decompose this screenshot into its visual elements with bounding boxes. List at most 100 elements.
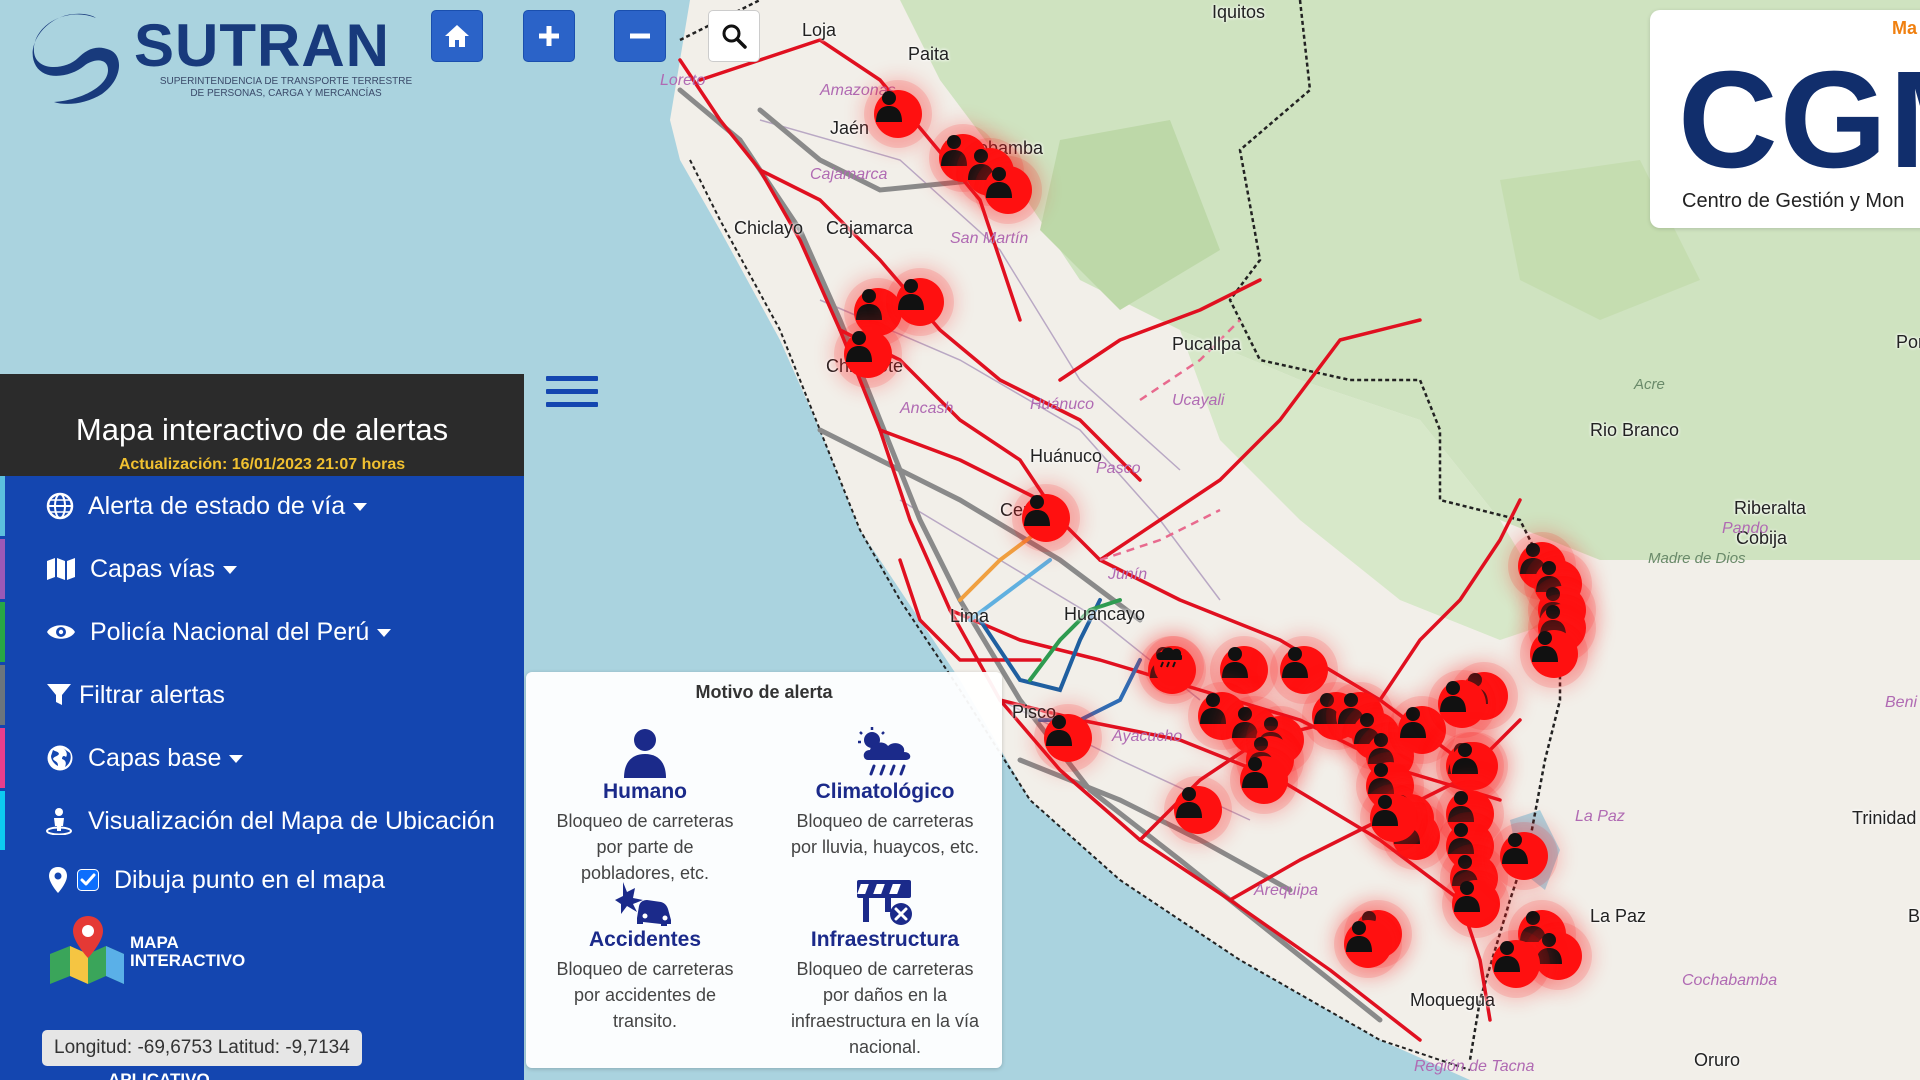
map-label: La Paz xyxy=(1590,906,1647,926)
person-pin-icon xyxy=(46,807,72,835)
map-label: Acre xyxy=(1634,376,1665,393)
person-icon xyxy=(876,91,902,122)
alert-marker[interactable] xyxy=(1398,706,1446,754)
alert-marker[interactable] xyxy=(1044,714,1092,762)
filter-icon xyxy=(46,682,72,708)
legend-item-accidentes: Accidentes Bloqueo de carreteras por acc… xyxy=(530,870,760,1034)
alert-marker[interactable] xyxy=(1492,940,1540,988)
person-icon xyxy=(1046,715,1072,746)
legend-item-name: Climatológico xyxy=(815,780,955,803)
person-icon xyxy=(1454,881,1480,912)
map-label: Moquegua xyxy=(1410,990,1496,1010)
legend-desc-line: por lluvia, huaycos, etc. xyxy=(790,837,980,857)
map-label: Loja xyxy=(802,20,837,40)
sidebar: Alerta de estado de vía Capas vías Polic… xyxy=(0,476,524,1080)
alert-marker[interactable] xyxy=(1452,880,1500,928)
alert-marker[interactable] xyxy=(1534,932,1582,980)
legend-desc-line: infraestructura en la vía xyxy=(790,1011,980,1031)
map-label: Cajamarca xyxy=(826,218,914,238)
map-icon xyxy=(46,557,76,581)
sidebar-item-accent xyxy=(0,728,5,788)
sidebar-item-dibuja-punto[interactable]: Dibuja punto en el mapa xyxy=(0,850,524,910)
legend-item-name: Accidentes xyxy=(588,928,702,951)
legend-desc-line: Bloqueo de carreteras xyxy=(556,959,734,979)
person-icon xyxy=(530,722,760,778)
alert-marker[interactable] xyxy=(1022,494,1070,542)
zoom-out-button[interactable] xyxy=(614,10,666,62)
legend-desc-line: por parte de xyxy=(596,837,694,857)
person-icon xyxy=(1368,763,1394,794)
map-label: Ayacucho xyxy=(1112,728,1183,745)
sidebar-item-capas-vias[interactable]: Capas vías xyxy=(0,539,524,599)
alert-marker[interactable] xyxy=(1370,794,1418,842)
alert-marker[interactable] xyxy=(984,166,1032,214)
alert-marker[interactable] xyxy=(1500,832,1548,880)
alert-marker[interactable] xyxy=(1530,630,1578,678)
caret-down-icon xyxy=(229,754,244,763)
sidebar-item-policia-nacional[interactable]: Policía Nacional del Perú xyxy=(0,602,524,662)
globe-americas-icon xyxy=(46,744,74,772)
alert-marker[interactable] xyxy=(1240,756,1288,804)
person-icon xyxy=(1448,791,1474,822)
person-icon xyxy=(1242,757,1268,788)
alert-marker[interactable] xyxy=(1174,786,1222,834)
menu-toggle-button[interactable] xyxy=(546,376,598,416)
person-icon xyxy=(1502,833,1528,864)
person-icon xyxy=(1448,823,1474,854)
alert-marker[interactable] xyxy=(1438,680,1486,728)
alert-marker[interactable] xyxy=(844,330,892,378)
sutran-swoosh-icon xyxy=(32,13,120,104)
home-button[interactable] xyxy=(431,10,483,62)
sidebar-item-capas-base[interactable]: Capas base xyxy=(0,728,524,788)
sidebar-header: Mapa interactivo de alertas Actualizació… xyxy=(0,374,524,476)
person-icon xyxy=(1282,647,1308,678)
alert-marker[interactable] xyxy=(1450,742,1498,790)
map-label: Chiclayo xyxy=(734,218,804,238)
sidebar-item-visualizacion-mapa-ubicacion[interactable]: Visualización del Mapa de Ubicación xyxy=(0,791,524,851)
person-icon xyxy=(1024,495,1050,526)
legend-title: Motivo de alerta xyxy=(695,682,833,702)
draw-point-checkbox[interactable] xyxy=(77,869,99,891)
storm-cloud-icon xyxy=(770,722,1000,778)
map-label: Rio Branco xyxy=(1590,420,1680,440)
legend-desc-line: por accidentes de xyxy=(573,985,717,1005)
alert-marker[interactable] xyxy=(1344,920,1392,968)
map-label: Paita xyxy=(908,44,950,64)
search-button[interactable] xyxy=(708,10,760,62)
sidebar-item-text: Policía Nacional del Perú xyxy=(90,617,370,646)
aplicativo-label: APLICATIVO xyxy=(108,1070,210,1080)
sidebar-item-accent xyxy=(0,476,5,536)
person-icon xyxy=(1372,795,1398,826)
map-label: Loreto xyxy=(660,72,706,89)
cgm-top-label: Ma xyxy=(1892,18,1918,38)
alert-marker[interactable] xyxy=(874,90,922,138)
alert-marker[interactable] xyxy=(1220,646,1268,694)
sidebar-item-label: Policía Nacional del Perú xyxy=(90,617,392,647)
alert-marker[interactable] xyxy=(854,288,902,336)
sutran-logo[interactable]: SUTRAN SUPERINTENDENCIA DE TRANSPORTE TE… xyxy=(26,6,412,106)
sidebar-item-label: Visualización del Mapa de Ubicación xyxy=(88,806,495,835)
plus-icon xyxy=(539,26,559,46)
person-icon xyxy=(1532,631,1558,662)
legend-desc-line: nacional. xyxy=(848,1037,922,1057)
map-label: Iquitos xyxy=(1212,2,1266,22)
sidebar-item-alerta-estado-via[interactable]: Alerta de estado de vía xyxy=(0,476,524,536)
legend-item-name: Humano xyxy=(603,780,687,803)
alert-marker[interactable] xyxy=(896,278,944,326)
map-label: Arequipa xyxy=(1254,882,1319,899)
alert-marker[interactable] xyxy=(1280,646,1328,694)
sidebar-item-text: Alerta de estado de vía xyxy=(88,491,346,520)
zoom-in-button[interactable] xyxy=(523,10,575,62)
sidebar-item-accent xyxy=(0,602,5,662)
checkbox-checked-icon xyxy=(77,869,99,891)
map-pin-icon xyxy=(48,866,68,894)
map-label: Boliv xyxy=(1908,906,1920,926)
map-label: La Paz xyxy=(1575,808,1625,825)
person-icon xyxy=(986,167,1012,198)
map-label: Pasco xyxy=(1096,460,1141,477)
alert-marker-climatologico[interactable] xyxy=(1154,646,1194,686)
person-icon xyxy=(1200,693,1226,724)
sidebar-item-filtrar-alertas[interactable]: Filtrar alertas xyxy=(0,665,524,725)
map-label: Región de Tacna xyxy=(1414,1058,1535,1075)
brand-subtitle-line2: DE PERSONAS, CARGA Y MERCANCÍAS xyxy=(190,88,382,99)
